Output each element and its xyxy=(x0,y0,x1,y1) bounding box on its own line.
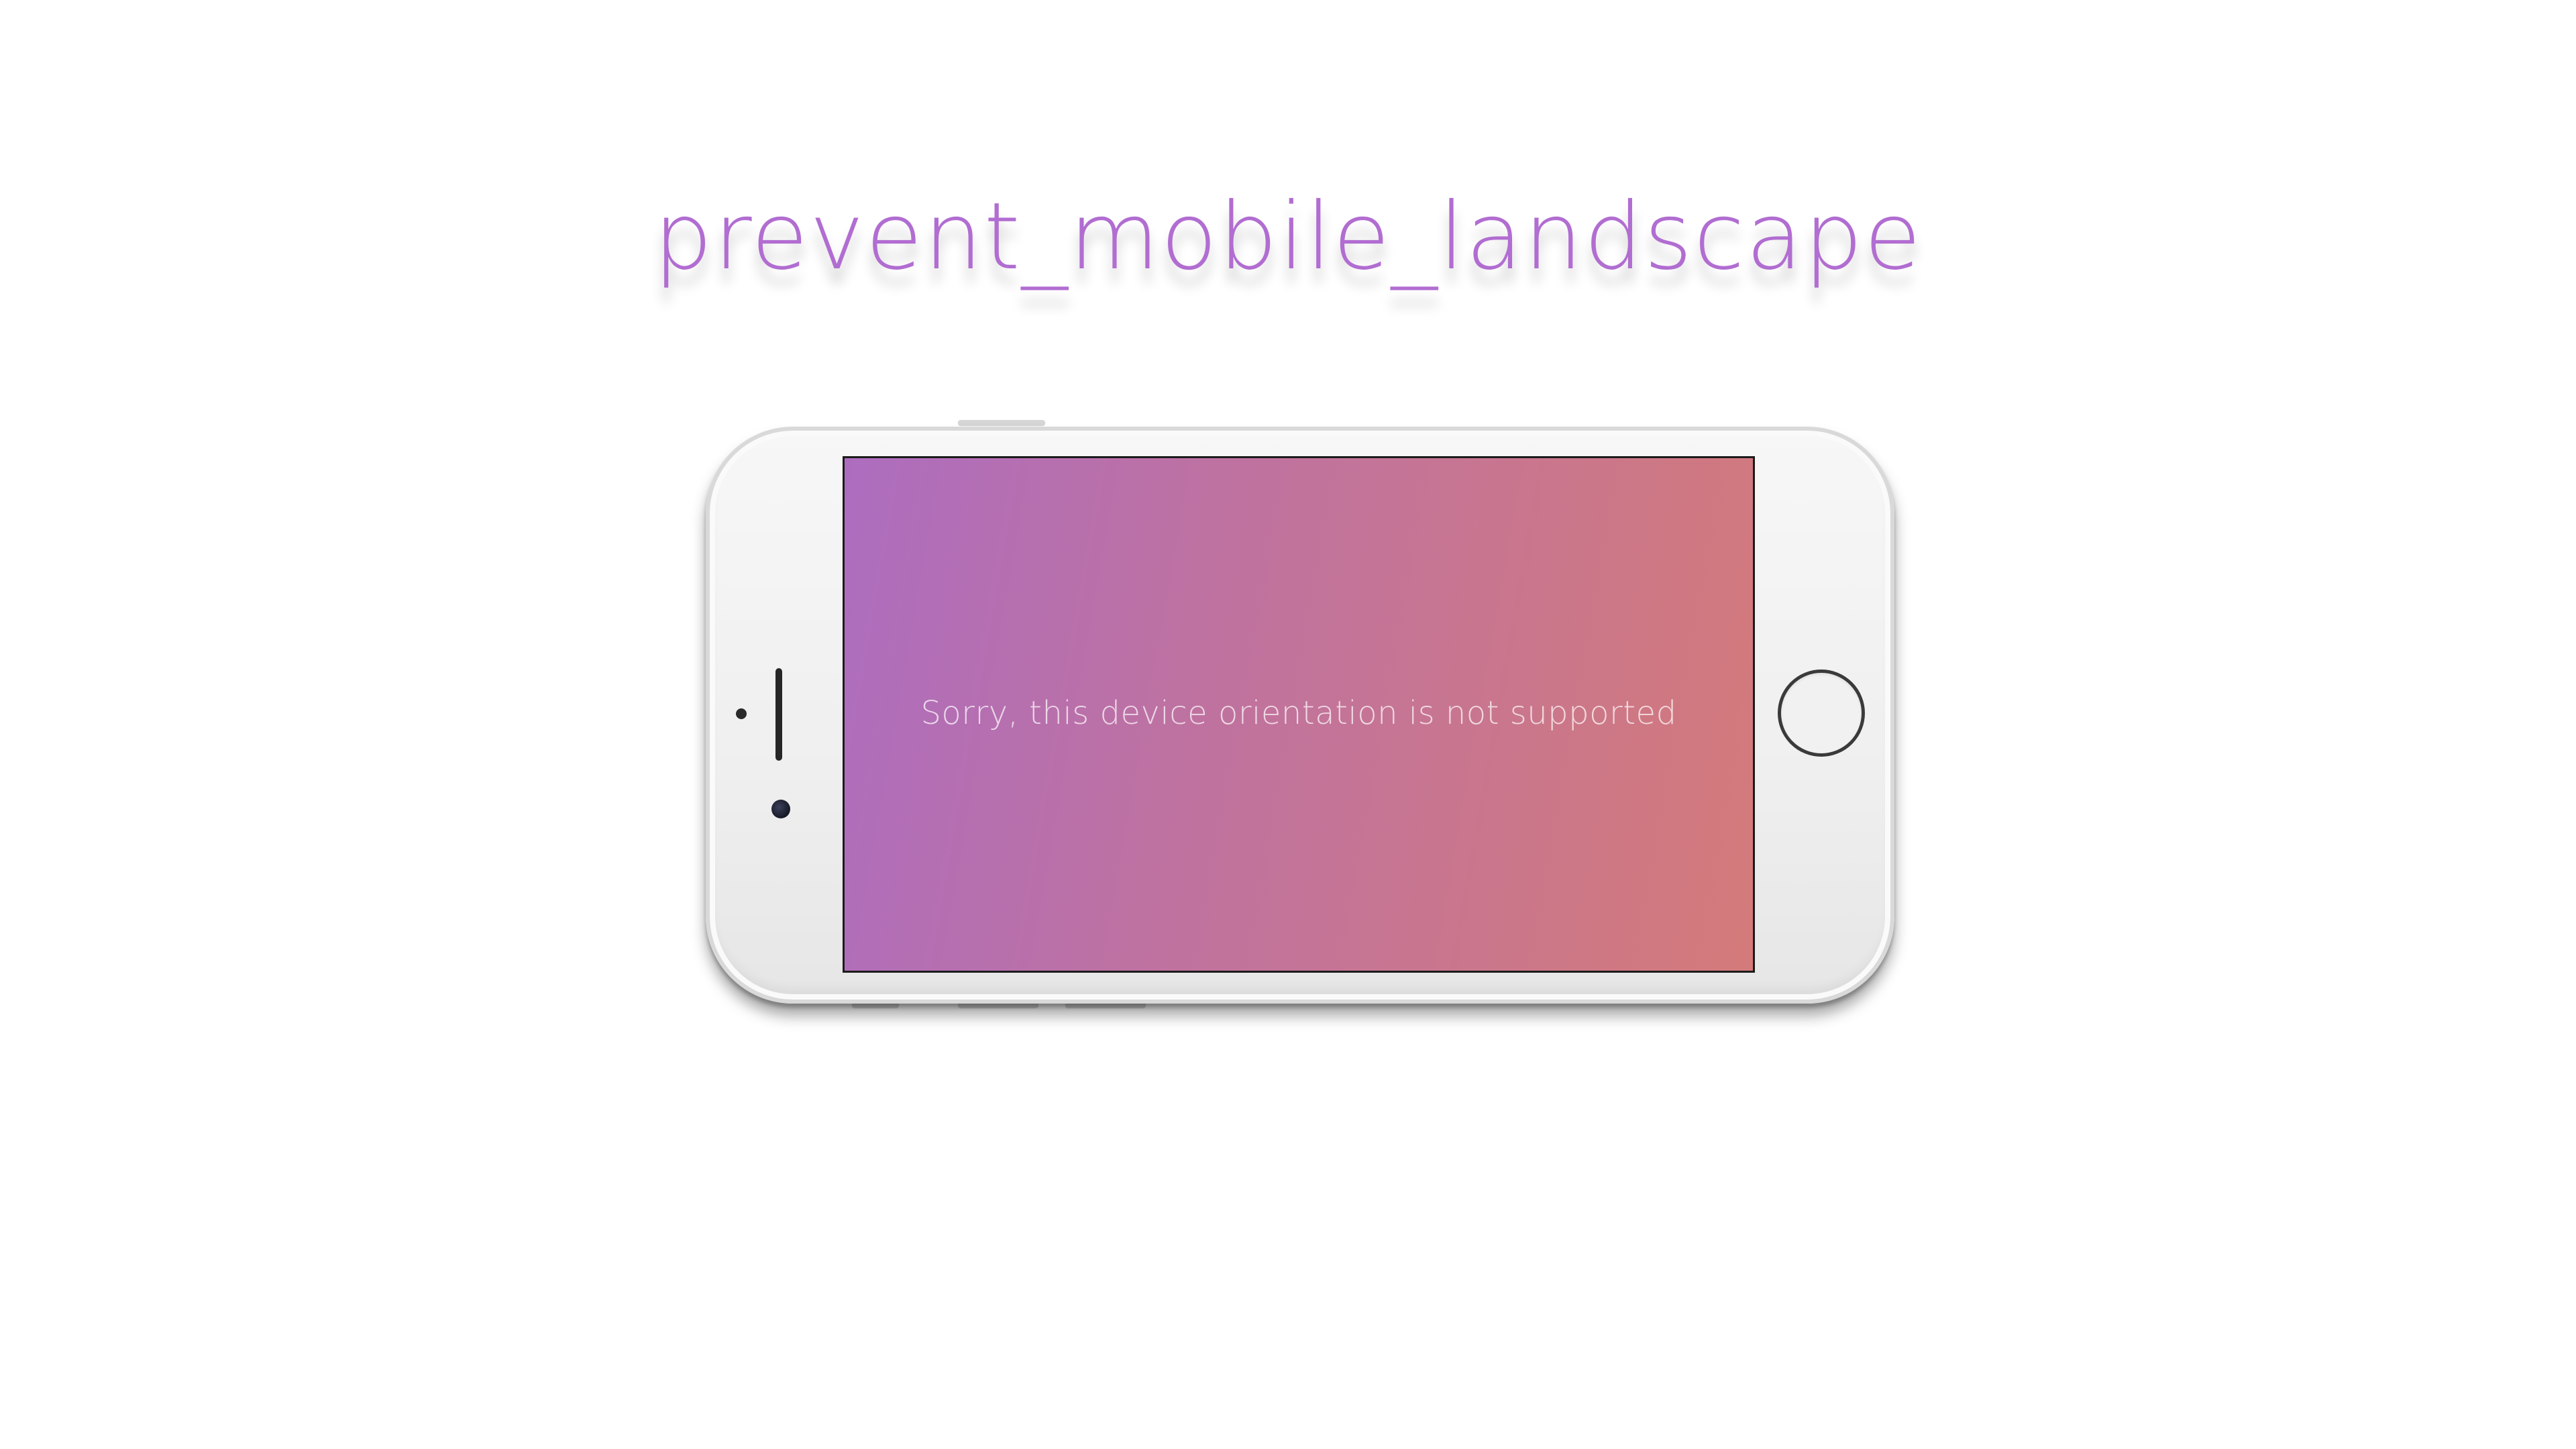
front-camera-icon xyxy=(771,800,790,818)
page-canvas: prevent_mobile_landscape Sorry, this dev… xyxy=(0,0,2576,1449)
power-side-button xyxy=(958,420,1045,425)
phone-screen: Sorry, this device orientation is not su… xyxy=(843,456,1755,973)
earpiece-icon xyxy=(775,668,782,761)
page-title: prevent_mobile_landscape xyxy=(653,182,1923,290)
proximity-sensor-icon xyxy=(736,708,747,719)
home-button-icon xyxy=(1778,669,1865,757)
orientation-warning-message: Sorry, this device orientation is not su… xyxy=(920,694,1677,732)
